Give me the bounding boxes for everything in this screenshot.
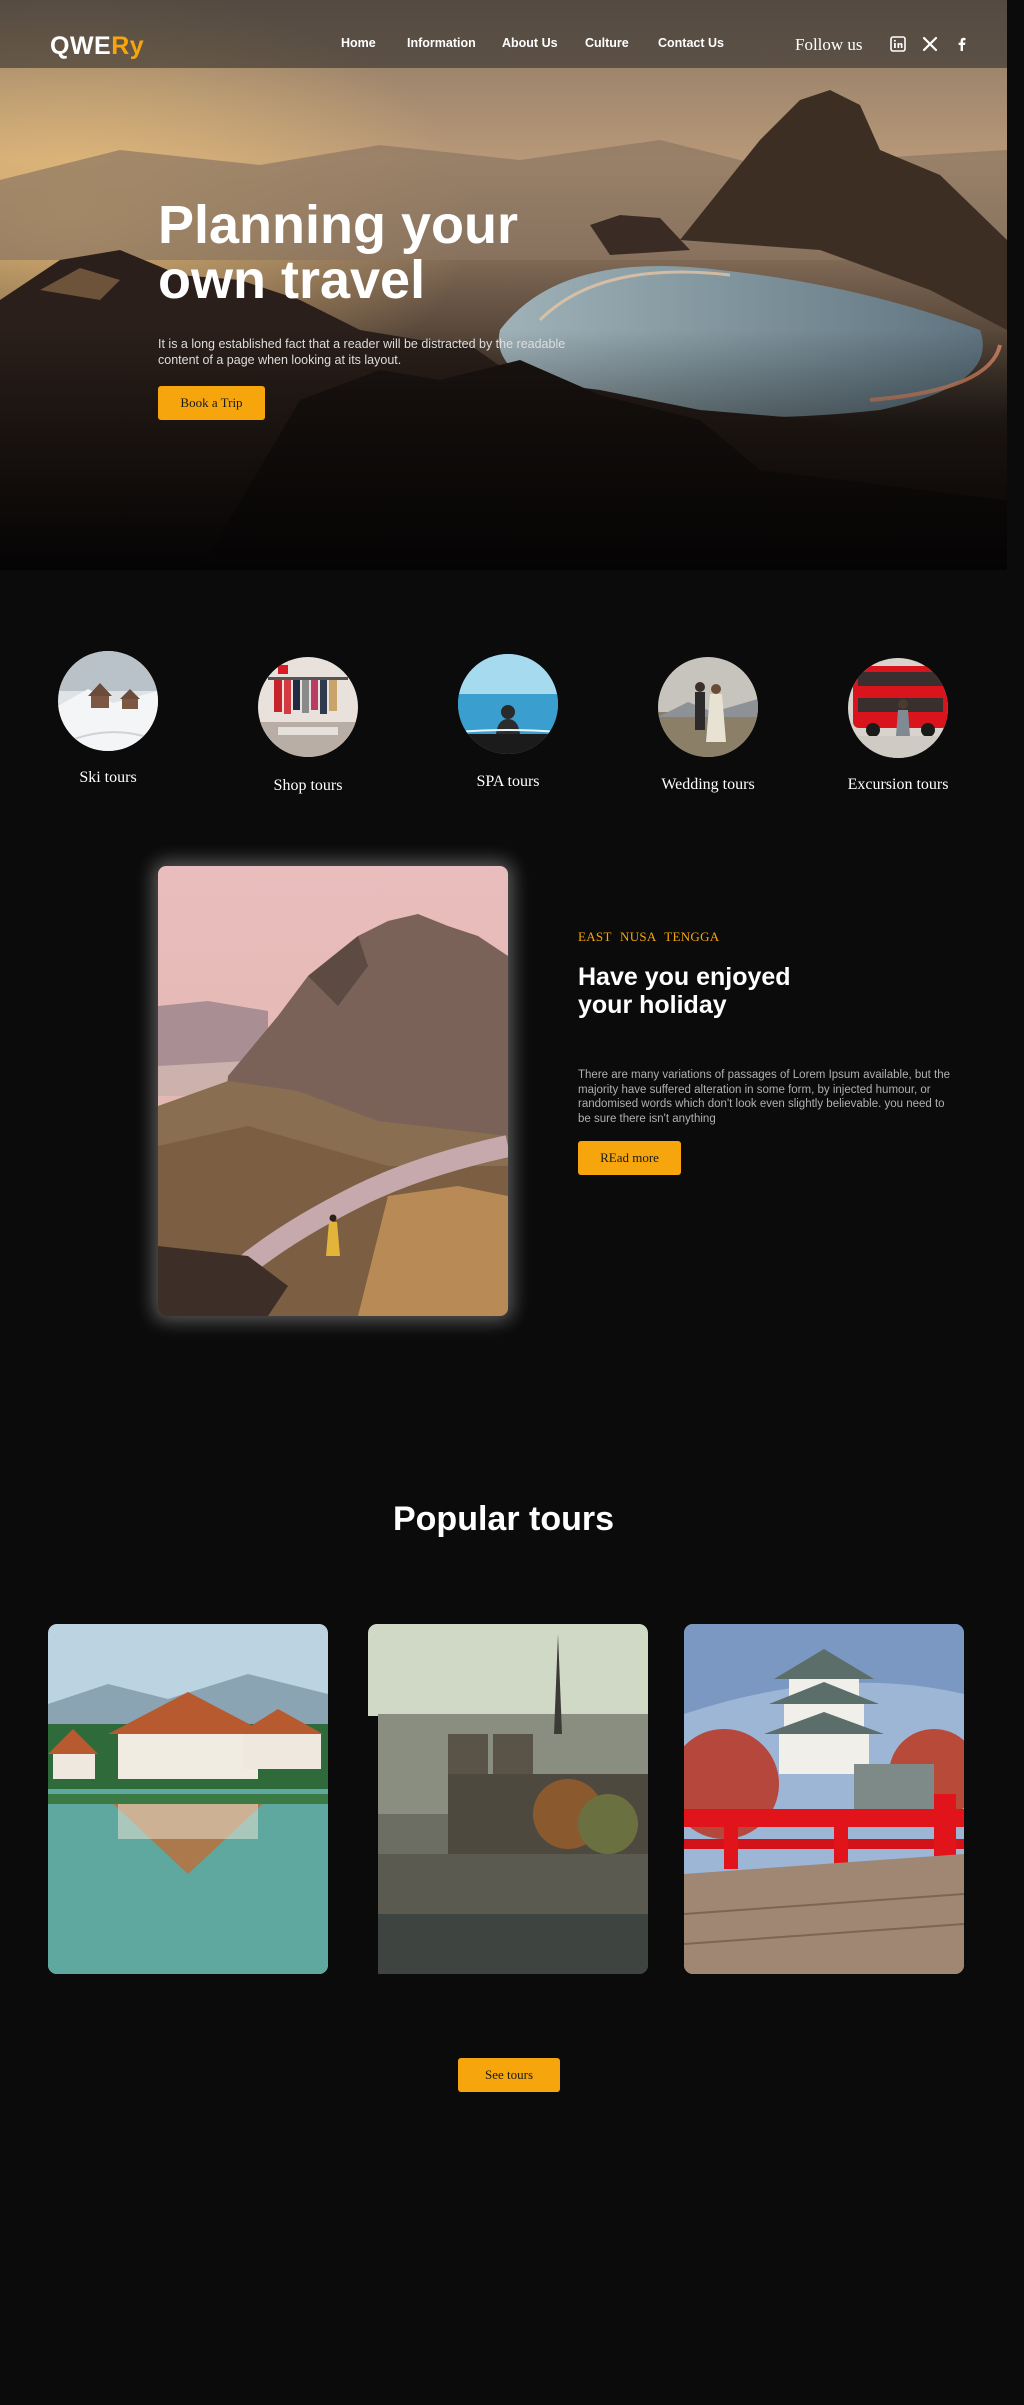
category-ski-tours[interactable]: Ski tours: [43, 651, 173, 787]
tour-card-bali-water-palace[interactable]: [48, 1624, 328, 1974]
feature-title-line-2: your holiday: [578, 991, 727, 1019]
nav-link-about-us[interactable]: About Us: [502, 36, 558, 50]
category-excursion-tours[interactable]: Excursion tours: [833, 658, 963, 794]
feature-description: There are many variations of passages of…: [578, 1069, 951, 1125]
category-label: Shop tours: [273, 777, 343, 794]
hero-title-line-1: Planning your: [158, 195, 519, 255]
excursion-tours-image: [848, 658, 948, 758]
tour-card-hirosaki-castle[interactable]: [684, 1624, 964, 1974]
hero-section: QWERy Home Information About Us Culture …: [0, 0, 1007, 570]
notre-dame-image: [368, 1624, 648, 1974]
facebook-icon[interactable]: [954, 36, 970, 52]
ski-tours-image: [58, 651, 158, 751]
tour-card-notre-dame[interactable]: [368, 1624, 648, 1974]
nav-link-contact-us[interactable]: Contact Us: [658, 36, 724, 50]
hero-title-line-2: own travel: [158, 250, 426, 311]
nav-link-information[interactable]: Information: [407, 36, 476, 50]
spa-tours-image: [458, 654, 558, 754]
category-label: Excursion tours: [847, 776, 949, 793]
site-logo[interactable]: QWERy: [50, 32, 144, 61]
hero-title: Planning your own travel: [158, 195, 618, 311]
feature-title-line-1: Have you enjoyed: [578, 963, 791, 991]
popular-tours-heading: Popular tours: [392, 1500, 615, 1538]
hero-description: It is a long established fact that a rea…: [158, 337, 566, 368]
category-wedding-tours[interactable]: Wedding tours: [643, 657, 773, 794]
bali-water-palace-image: [48, 1624, 328, 1974]
category-label: Wedding tours: [661, 776, 755, 793]
linkedin-icon[interactable]: [890, 36, 906, 52]
feature-image-nusa-tenggara: [158, 866, 508, 1316]
nav-link-home[interactable]: Home: [341, 36, 376, 50]
follow-us-label: Follow us: [795, 35, 863, 54]
feature-eyebrow: EAST NUSA TENGGA: [578, 929, 720, 944]
shop-tours-image: [258, 657, 358, 757]
category-label: Ski tours: [79, 769, 137, 786]
category-spa-tours[interactable]: SPA tours: [443, 654, 573, 791]
category-shop-tours[interactable]: Shop tours: [243, 657, 373, 795]
nav-link-culture[interactable]: Culture: [585, 36, 629, 50]
navigation-bar: [0, 0, 1007, 68]
book-a-trip-button[interactable]: Book a Trip: [158, 386, 265, 420]
feature-title: Have you enjoyed your holiday: [578, 963, 838, 1019]
see-tours-button[interactable]: See tours: [458, 2058, 560, 2092]
x-icon[interactable]: [922, 36, 938, 52]
wedding-tours-image: [658, 657, 758, 757]
read-more-button[interactable]: REad more: [578, 1141, 681, 1175]
hirosaki-castle-image: [684, 1624, 964, 1974]
category-label: SPA tours: [476, 773, 540, 790]
